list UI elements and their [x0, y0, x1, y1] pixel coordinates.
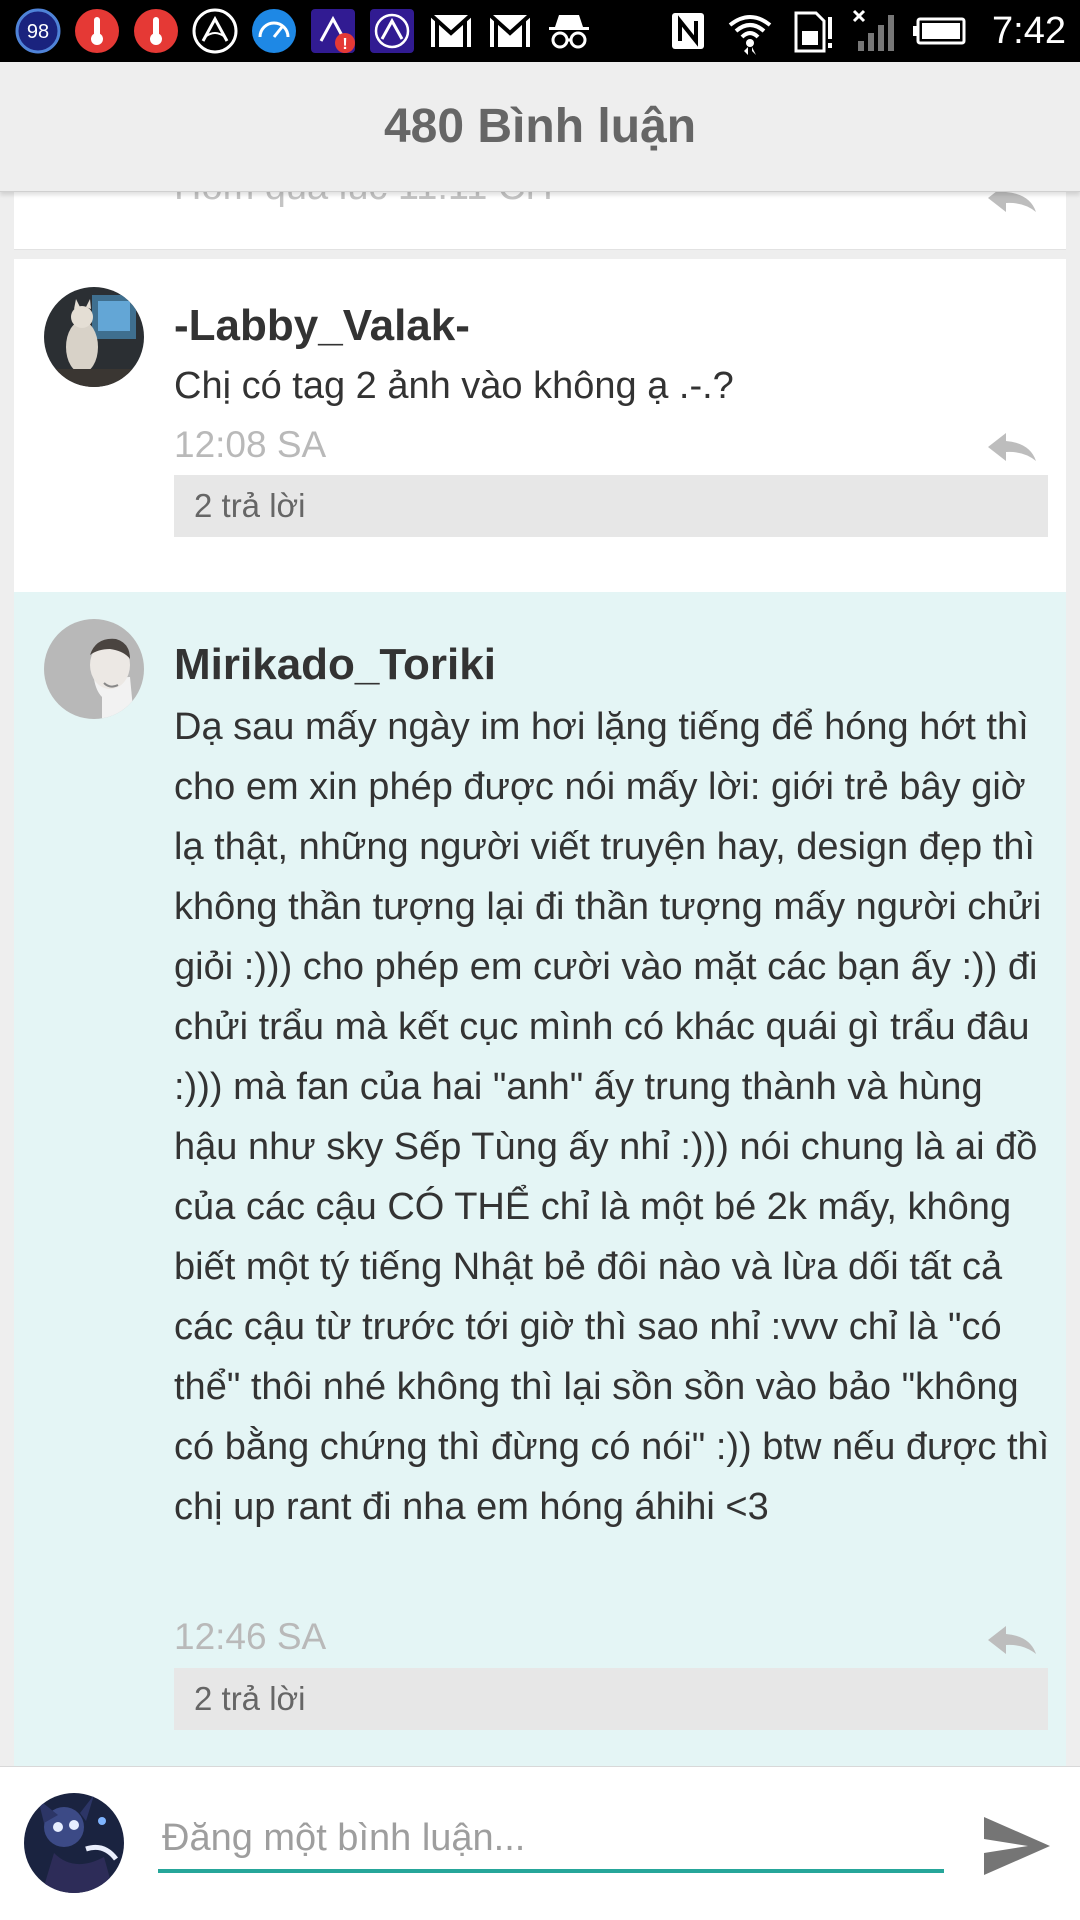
comment-card-partial: Hôm qua lúc 11:11 CH: [14, 192, 1066, 250]
comment-card: Mirikado_Toriki Dạ sau mấy ngày im hơi l…: [14, 592, 1066, 1766]
nfc-icon: [664, 7, 712, 55]
comment-text: Chị có tag 2 ảnh vào không ạ .-.?: [174, 365, 734, 407]
app-header: 480 Bình luận: [0, 62, 1080, 192]
signal-icon: [850, 7, 898, 55]
thermometer-icon: [132, 7, 180, 55]
status-time: 7:42: [992, 9, 1066, 52]
comment-username[interactable]: Mirikado_Toriki: [174, 640, 496, 690]
badge-count: 98: [27, 21, 49, 43]
comment-composer: [0, 1766, 1080, 1920]
speedometer-icon: [250, 7, 298, 55]
gmail-icon: [427, 7, 475, 55]
battery-icon: [912, 7, 970, 55]
app-arc-icon: [191, 7, 239, 55]
gmail-icon: [486, 7, 534, 55]
comment-timestamp: 12:46 SA: [174, 1616, 327, 1657]
app-arc-icon: [368, 7, 416, 55]
comment-timestamp: 12:08 SA: [174, 424, 327, 465]
reply-icon[interactable]: [984, 192, 1040, 218]
app-alert-icon: !: [309, 7, 357, 55]
comment-username[interactable]: -Labby_Valak-: [174, 301, 470, 351]
badge-98-icon: 98: [14, 7, 62, 55]
comment-text: Dạ sau mấy ngày im hơi lặng tiếng để hón…: [174, 706, 1050, 1528]
replies-button[interactable]: 2 trả lời: [174, 475, 1048, 537]
sim-alert-icon: [788, 7, 836, 55]
avatar[interactable]: [44, 287, 144, 387]
replies-button[interactable]: 2 trả lời: [174, 1668, 1048, 1730]
send-icon: [984, 1817, 1050, 1875]
wifi-icon: [726, 7, 774, 55]
reply-icon[interactable]: [984, 1620, 1040, 1660]
comment-timestamp-partial: Hôm qua lúc 11:11 CH: [174, 192, 553, 209]
page-title: 480 Bình luận: [383, 100, 697, 153]
svg-text:!: !: [342, 36, 347, 53]
send-button[interactable]: [980, 1813, 1054, 1879]
incognito-icon: [545, 7, 593, 55]
status-bar: 98 ! 7:42: [0, 0, 1080, 62]
avatar[interactable]: [44, 619, 144, 719]
comment-card: -Labby_Valak- Chị có tag 2 ảnh vào không…: [14, 259, 1066, 592]
avatar: [24, 1793, 124, 1893]
comment-input[interactable]: [158, 1807, 944, 1873]
thermometer-icon: [73, 7, 121, 55]
reply-icon[interactable]: [984, 427, 1040, 467]
comments-list[interactable]: Hôm qua lúc 11:11 CH -Labby_Valak- Chị c…: [0, 192, 1080, 1766]
